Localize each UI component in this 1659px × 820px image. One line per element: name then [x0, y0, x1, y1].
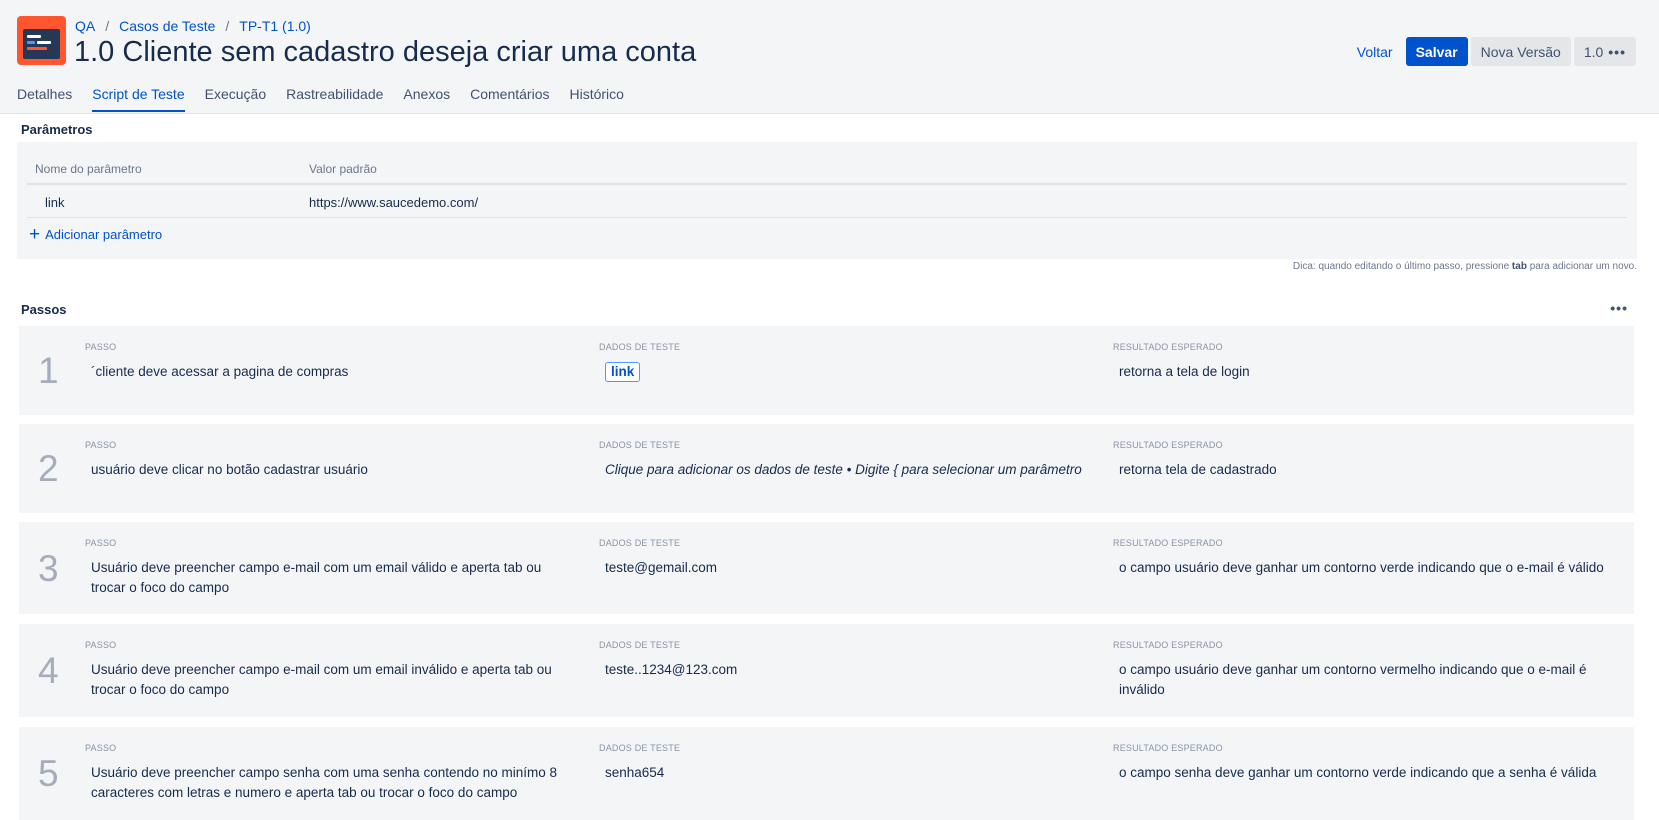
test-data-field[interactable]: link — [605, 362, 1095, 382]
breadcrumb-project[interactable]: QA — [75, 18, 95, 34]
expected-result-label: RESULTADO ESPERADO — [1113, 342, 1223, 352]
page-header: QA / Casos de Teste / TP-T1 (1.0) 1.0 Cl… — [0, 0, 1659, 114]
step-description[interactable]: Usuário deve preencher campo e-mail com … — [91, 558, 571, 598]
step-number: 4 — [38, 650, 59, 691]
expected-result[interactable]: o campo senha deve ganhar um contorno ve… — [1119, 763, 1619, 783]
tip-prefix: Dica: quando editando o último passo, pr… — [1292, 261, 1510, 272]
divider — [27, 183, 1627, 185]
param-name-cell[interactable]: link — [45, 195, 65, 210]
breadcrumb-test-case[interactable]: TP-T1 (1.0) — [239, 18, 311, 34]
expected-result-label: RESULTADO ESPERADO — [1113, 538, 1223, 548]
parameters-table: Nome do parâmetro Valor padrão link http… — [17, 142, 1637, 259]
tab-history[interactable]: Histórico — [569, 86, 623, 112]
step-row[interactable]: 3 PASSO Usuário deve preencher campo e-m… — [19, 522, 1634, 614]
step-label: PASSO — [85, 342, 117, 352]
tip-key: tab — [1511, 261, 1527, 272]
expected-result-label: RESULTADO ESPERADO — [1113, 640, 1223, 650]
test-data-label: DADOS DE TESTE — [599, 640, 681, 650]
test-data-label: DADOS DE TESTE — [599, 743, 681, 753]
step-row[interactable]: 2 PASSO usuário deve clicar no botão cad… — [19, 424, 1634, 513]
breadcrumb-folder[interactable]: Casos de Teste — [119, 18, 215, 34]
keyboard-tip: Dica: quando editando o último passo, pr… — [1293, 261, 1637, 272]
expected-result[interactable]: retorna a tela de login — [1119, 362, 1619, 382]
tab-comments[interactable]: Comentários — [470, 86, 549, 112]
tab-bar: Detalhes Script de Teste Execução Rastre… — [17, 86, 624, 112]
param-default-cell[interactable]: https://www.saucedemo.com/ — [309, 195, 478, 210]
step-description[interactable]: ´cliente deve acessar a pagina de compra… — [91, 362, 571, 382]
step-label: PASSO — [85, 538, 117, 548]
step-label: PASSO — [85, 440, 117, 450]
test-data-field[interactable]: teste..1234@123.com — [605, 660, 1095, 680]
test-data-label: DADOS DE TESTE — [599, 538, 681, 548]
more-icon: ••• — [1608, 43, 1626, 60]
version-menu-button[interactable]: 1.0 ••• — [1573, 37, 1636, 66]
breadcrumb: QA / Casos de Teste / TP-T1 (1.0) — [75, 18, 311, 34]
tip-suffix: para adicionar um novo. — [1529, 261, 1637, 272]
expected-result[interactable]: retorna tela de cadastrado — [1119, 460, 1619, 480]
step-row[interactable]: 5 PASSO Usuário deve preencher campo sen… — [19, 727, 1634, 820]
test-data-placeholder[interactable]: Clique para adicionar os dados de teste … — [605, 460, 1095, 480]
expected-result[interactable]: o campo usuário deve ganhar um contorno … — [1119, 660, 1619, 700]
plus-icon: + — [29, 224, 41, 245]
test-data-field[interactable]: teste@gemail.com — [605, 558, 1095, 578]
breadcrumb-separator: / — [105, 18, 110, 34]
step-number: 5 — [38, 753, 59, 794]
step-label: PASSO — [85, 743, 117, 753]
tab-attachments[interactable]: Anexos — [403, 86, 450, 112]
test-data-label: DADOS DE TESTE — [599, 342, 681, 352]
test-data-field[interactable]: senha654 — [605, 763, 1095, 783]
test-data-label: DADOS DE TESTE — [599, 440, 681, 450]
param-default-header: Valor padrão — [309, 162, 377, 176]
save-button[interactable]: Salvar — [1405, 37, 1468, 66]
step-number: 1 — [38, 350, 59, 391]
parameters-title: Parâmetros — [21, 122, 93, 137]
step-description[interactable]: usuário deve clicar no botão cadastrar u… — [91, 460, 571, 480]
expected-result[interactable]: o campo usuário deve ganhar um contorno … — [1119, 558, 1619, 578]
back-button[interactable]: Voltar — [1347, 37, 1403, 66]
expected-result-label: RESULTADO ESPERADO — [1113, 440, 1223, 450]
tab-traceability[interactable]: Rastreabilidade — [286, 86, 383, 112]
version-label: 1.0 — [1583, 43, 1604, 60]
step-number: 3 — [38, 548, 59, 589]
step-label: PASSO — [85, 640, 117, 650]
project-logo-icon — [17, 16, 66, 65]
step-description[interactable]: Usuário deve preencher campo e-mail com … — [91, 660, 571, 700]
add-parameter-button[interactable]: + Adicionar parâmetro — [29, 225, 162, 244]
tab-execution[interactable]: Execução — [205, 86, 266, 112]
header-actions: Voltar Salvar Nova Versão 1.0 ••• — [1347, 37, 1636, 66]
steps-title: Passos — [21, 302, 67, 317]
tab-test-script[interactable]: Script de Teste — [92, 86, 185, 112]
param-name-header: Nome do parâmetro — [35, 162, 142, 176]
add-parameter-label: Adicionar parâmetro — [45, 227, 163, 242]
step-row[interactable]: 1 PASSO ´cliente deve acessar a pagina d… — [19, 326, 1634, 415]
step-row[interactable]: 4 PASSO Usuário deve preencher campo e-m… — [19, 624, 1634, 717]
expected-result-label: RESULTADO ESPERADO — [1113, 743, 1223, 753]
step-number: 2 — [38, 448, 59, 489]
steps-more-icon[interactable]: ••• — [1610, 300, 1628, 316]
tab-details[interactable]: Detalhes — [17, 86, 72, 112]
new-version-button[interactable]: Nova Versão — [1470, 37, 1571, 66]
divider — [27, 217, 1627, 218]
parameter-chip[interactable]: link — [605, 362, 641, 382]
page-title: 1.0 Cliente sem cadastro deseja criar um… — [74, 36, 697, 68]
breadcrumb-separator: / — [225, 18, 230, 34]
step-description[interactable]: Usuário deve preencher campo senha com u… — [91, 763, 571, 803]
